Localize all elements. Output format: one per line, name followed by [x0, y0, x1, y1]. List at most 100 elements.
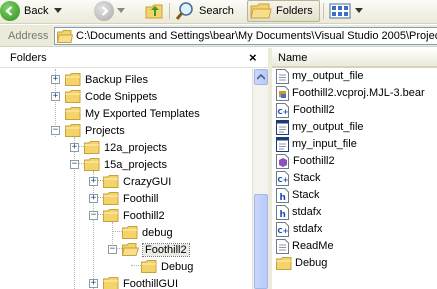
solution-file-icon — [276, 153, 289, 169]
back-button[interactable]: Back — [0, 0, 63, 22]
file-item[interactable]: h Stack — [276, 187, 320, 203]
back-dropdown-icon[interactable] — [54, 8, 63, 14]
views-button[interactable] — [329, 0, 363, 22]
cpp-file-icon: C+ — [276, 221, 289, 237]
up-folder-button[interactable] — [145, 0, 165, 22]
text-file-icon — [276, 68, 289, 84]
file-item[interactable]: my_input_file — [276, 136, 357, 152]
expand-icon[interactable]: + — [89, 194, 98, 203]
tree-item-label: debug — [142, 226, 173, 239]
forward-dropdown-icon[interactable] — [117, 8, 125, 14]
back-label: Back — [24, 5, 49, 17]
file-item[interactable]: C+ Stack — [276, 170, 321, 186]
address-bar: Address C:\Documents and Settings\bear\M… — [0, 25, 437, 47]
search-button[interactable]: Search — [175, 0, 234, 22]
folder-icon — [84, 158, 100, 171]
file-item[interactable]: h stdafx — [276, 204, 321, 220]
expand-icon[interactable]: + — [51, 92, 60, 101]
views-grid-icon — [329, 3, 351, 19]
search-label: Search — [199, 5, 234, 17]
file-item[interactable]: Debug — [276, 255, 327, 271]
file-name: Stack — [293, 172, 321, 184]
tree-item-projects[interactable]: Projects — [65, 122, 125, 139]
toolbar-separator — [323, 3, 324, 19]
forward-button[interactable] — [94, 0, 125, 22]
close-icon[interactable]: × — [249, 50, 257, 65]
tree-item-backup-files[interactable]: Backup Files — [65, 71, 148, 88]
toolbar: Back Search Folders — [0, 0, 437, 24]
tree-item-debug-sub[interactable]: Debug — [141, 258, 193, 275]
tree-item-foothill2-selected[interactable]: Foothill2 — [122, 241, 190, 258]
cpp-file-icon: C+ — [276, 170, 289, 186]
address-label: Address — [8, 30, 49, 42]
tree-item-label: Projects — [85, 124, 125, 137]
file-name: stdafx — [293, 223, 323, 235]
folder-icon — [103, 277, 119, 289]
file-item[interactable]: ReadMe — [276, 238, 334, 254]
expand-icon[interactable]: + — [89, 177, 98, 186]
file-name: my_input_file — [292, 138, 357, 150]
file-item[interactable]: my_output_file — [276, 119, 364, 135]
folders-label: Folders — [276, 5, 313, 17]
text-file-icon — [276, 136, 289, 152]
file-name: ReadMe — [292, 240, 334, 252]
svg-text:C+: C+ — [278, 176, 289, 184]
file-item[interactable]: C+ Foothill2 — [276, 102, 335, 118]
expand-icon[interactable]: + — [51, 75, 60, 84]
tree-item-label: 15a_projects — [104, 158, 167, 171]
tree-connector — [112, 231, 122, 232]
tree-connector — [131, 265, 141, 266]
column-header-name[interactable]: Name — [278, 52, 307, 64]
file-list-header[interactable]: Name — [272, 48, 437, 68]
file-name: my_output_file — [292, 121, 364, 133]
folder-icon — [103, 209, 119, 222]
tree-item-foothill[interactable]: Foothill — [103, 190, 158, 207]
file-item[interactable]: my_output_file — [276, 68, 364, 84]
expand-icon[interactable]: + — [89, 279, 98, 288]
file-item[interactable]: C+ stdafx — [276, 221, 322, 237]
file-name: Debug — [295, 257, 328, 269]
folder-tree-scrollbar[interactable] — [252, 69, 268, 289]
chevron-up-icon — [257, 74, 265, 80]
folder-icon — [65, 107, 81, 120]
scroll-thumb[interactable] — [254, 194, 268, 289]
tree-item-debug[interactable]: debug — [122, 224, 173, 241]
text-file-icon — [276, 119, 289, 135]
tree-item-15a-projects[interactable]: 15a_projects — [84, 156, 167, 173]
tree-item-label: Foothill2 — [123, 209, 165, 222]
collapse-icon[interactable]: − — [89, 211, 98, 220]
tree-item-label: Debug — [161, 260, 194, 273]
file-name: stdafx — [292, 206, 322, 218]
tree-item-my-exported-templates[interactable]: My Exported Templates — [65, 105, 200, 122]
file-item[interactable]: Foothill2.vcproj.MJL-3.bear — [276, 85, 425, 101]
collapse-icon[interactable]: − — [51, 126, 60, 135]
views-dropdown-icon[interactable] — [355, 8, 363, 14]
tree-item-crazygui[interactable]: CrazyGUI — [103, 173, 171, 190]
address-path: C:\Documents and Settings\bear\My Docume… — [76, 30, 437, 42]
up-folder-icon — [145, 4, 163, 19]
folder-icon — [276, 256, 292, 270]
tree-item-foothill2[interactable]: Foothill2 — [103, 207, 165, 224]
file-item[interactable]: Foothill2 — [276, 153, 335, 169]
expand-icon[interactable]: + — [70, 143, 79, 152]
header-file-icon: h — [276, 204, 289, 220]
tree-item-12a-projects[interactable]: 12a_projects — [84, 139, 167, 156]
folder-open-icon — [57, 29, 73, 43]
tree-item-label: Backup Files — [85, 73, 148, 86]
header-file-icon: h — [276, 187, 289, 203]
file-name: my_output_file — [292, 70, 364, 82]
collapse-icon[interactable]: − — [108, 245, 117, 254]
folders-pane-header: Folders × — [0, 48, 268, 68]
tree-item-code-snippets[interactable]: Code Snippets — [65, 88, 157, 105]
folder-open-icon — [122, 243, 139, 256]
folders-pane-title: Folders — [10, 52, 47, 64]
address-input[interactable]: C:\Documents and Settings\bear\My Docume… — [54, 27, 437, 45]
text-file-icon — [276, 238, 289, 254]
search-icon — [175, 2, 193, 20]
scroll-up-button[interactable] — [254, 69, 268, 85]
folder-icon — [141, 260, 157, 273]
tree-item-label: CrazyGUI — [123, 175, 172, 188]
tree-item-foothillgui[interactable]: FoothillGUI — [103, 275, 178, 289]
folders-button[interactable]: Folders — [247, 0, 320, 22]
collapse-icon[interactable]: − — [70, 160, 79, 169]
